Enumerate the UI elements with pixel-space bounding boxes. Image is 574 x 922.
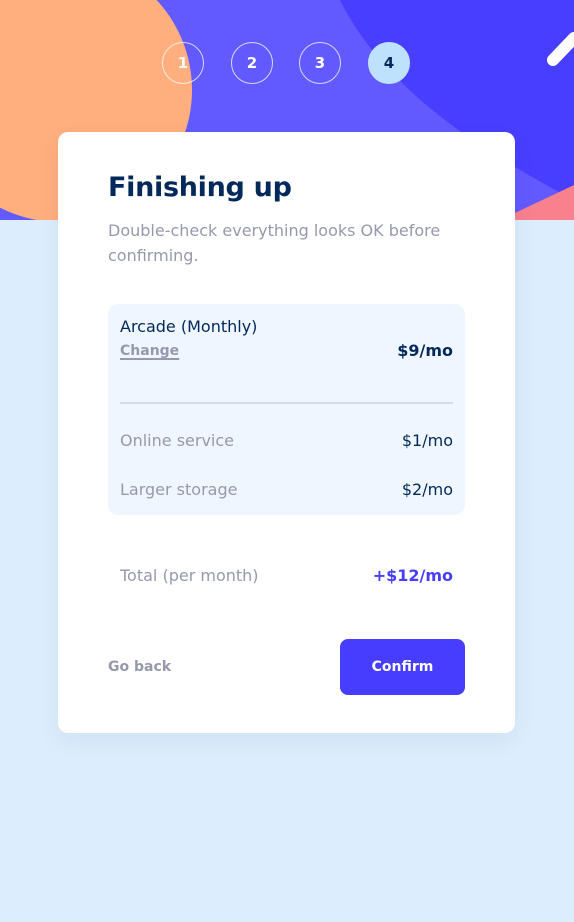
addon-price: $2/mo — [401, 480, 453, 499]
confirm-button[interactable]: Confirm — [340, 639, 465, 695]
summary-card: Finishing up Double-check everything loo… — [58, 132, 515, 733]
go-back-button[interactable]: Go back — [108, 656, 171, 678]
total-value: +$12/mo — [372, 566, 453, 585]
summary-divider — [120, 402, 453, 404]
addon-row: Online service $1/mo — [120, 429, 453, 453]
addon-name: Online service — [120, 431, 235, 450]
step-2-button[interactable]: 2 — [231, 42, 273, 84]
plan-price: $9/mo — [397, 341, 453, 360]
step-3-button[interactable]: 3 — [299, 42, 341, 84]
step-1-button[interactable]: 1 — [162, 42, 204, 84]
addon-name: Larger storage — [120, 480, 238, 499]
total-label: Total (per month) — [120, 566, 259, 585]
plan-name: Arcade (Monthly) — [120, 317, 258, 336]
page-title: Finishing up — [108, 172, 292, 203]
total-row: Total (per month) +$12/mo — [120, 564, 453, 588]
order-summary: Arcade (Monthly) Change $9/mo Online ser… — [108, 304, 465, 515]
step-indicator: 1 2 3 4 — [0, 42, 574, 86]
addon-price: $1/mo — [401, 431, 453, 450]
addon-row: Larger storage $2/mo — [120, 478, 453, 502]
step-4-button[interactable]: 4 — [368, 42, 410, 84]
page-subtitle: Double-check everything looks OK before … — [108, 221, 441, 265]
change-plan-link[interactable]: Change — [120, 342, 179, 360]
